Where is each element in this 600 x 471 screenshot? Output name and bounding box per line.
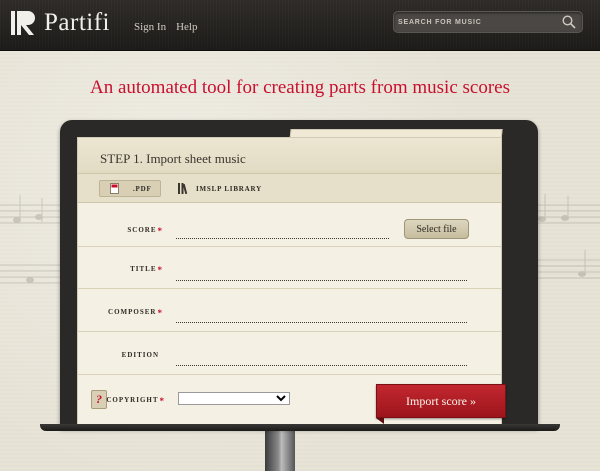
copyright-label: COPYRIGHT* [106, 396, 165, 406]
pdf-source-label: .PDF [133, 184, 152, 193]
import-score-button[interactable]: Import score » [376, 384, 506, 418]
row-divider [78, 246, 501, 247]
title-field[interactable] [176, 280, 467, 281]
partifi-logo-icon [11, 11, 35, 35]
app-name: Partifi [44, 9, 110, 36]
pdf-file-icon [110, 183, 119, 194]
imslp-source-tab[interactable]: IMSLP LIBRARY [178, 180, 262, 197]
edition-label: EDITION [121, 351, 159, 359]
row-divider [78, 374, 501, 375]
sign-in-link[interactable]: Sign In [134, 21, 166, 33]
composer-label: COMPOSER* [108, 308, 163, 318]
composer-field[interactable] [176, 322, 467, 323]
library-books-icon [178, 183, 188, 194]
title-label: TITLE* [130, 265, 163, 275]
row-divider [78, 288, 501, 289]
copyright-select[interactable] [178, 392, 290, 405]
search-input[interactable] [398, 12, 558, 32]
help-link[interactable]: Help [176, 21, 197, 33]
laptop-base [40, 424, 560, 431]
step-title: STEP 1. Import sheet music [100, 151, 246, 166]
logo[interactable]: Partifi [10, 9, 110, 37]
page-headline: An automated tool for creating parts fro… [90, 77, 510, 98]
laptop-stand [265, 425, 295, 471]
edition-field[interactable] [176, 365, 467, 366]
imslp-source-label: IMSLP LIBRARY [196, 184, 262, 193]
top-nav: Sign In Help [134, 21, 197, 33]
decorative-staff-right [530, 194, 600, 279]
top-header: Partifi Sign In Help [0, 0, 600, 51]
search-icon[interactable] [562, 15, 576, 29]
select-file-button[interactable]: Select file [404, 219, 469, 239]
row-divider [78, 331, 501, 332]
pdf-source-tab[interactable]: .PDF [99, 180, 161, 197]
score-label: SCORE* [127, 226, 163, 236]
search-box [393, 11, 583, 33]
score-field[interactable] [176, 238, 389, 239]
